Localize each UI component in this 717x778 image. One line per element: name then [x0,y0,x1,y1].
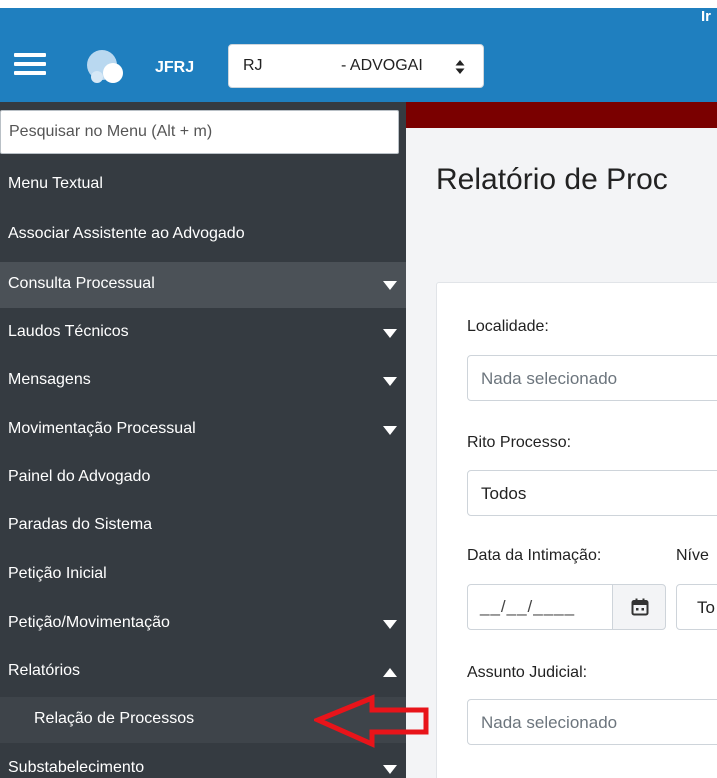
sidebar-item-laudos-tecnicos[interactable]: Laudos Técnicos [0,310,406,356]
calendar-icon [631,598,649,616]
brand-logo-icon [87,50,123,83]
caret-down-icon [383,329,397,338]
assunto-judicial-placeholder: Nada selecionado [481,713,618,732]
data-intimacao-label: Data da Intimação: [467,547,602,564]
data-intimacao-input[interactable]: __/__/____ [467,584,613,630]
assunto-judicial-select[interactable]: Nada selecionado [467,699,717,745]
org-select-part2: - ADVOGAI [341,57,423,74]
rito-processo-value: Todos [481,484,527,503]
brand-name: JFRJ [155,59,195,76]
sidebar-item-peticao-movimentacao[interactable]: Petição/Movimentação [0,601,406,647]
sidebar-item-label: Associar Assistente ao Advogado [8,225,245,242]
sidebar-item-label: Substabelecimento [8,759,145,776]
sidebar-item-painel-do-advogado[interactable]: Painel do Advogado [0,455,406,501]
nivel-label: Níve [676,547,709,564]
assunto-judicial-label: Assunto Judicial: [467,664,588,681]
caret-down-icon [383,377,397,386]
sidebar-item-label: Relação de Processos [34,710,195,727]
rito-processo-select[interactable]: Todos [467,470,717,516]
rito-processo-label: Rito Processo: [467,434,572,451]
nivel-select[interactable]: To [676,584,717,630]
menu-search-input[interactable] [0,110,399,154]
sidebar-item-label: Paradas do Sistema [8,516,153,533]
sidebar-item-label: Relatórios [8,662,81,679]
sidebar-item-associar-assistente[interactable]: Associar Assistente ao Advogado [0,212,406,258]
org-role-select[interactable]: RJ - ADVOGAI [228,44,484,88]
annotation-arrow-icon [314,694,429,748]
localidade-select[interactable]: Nada selecionado [467,355,717,401]
sidebar-item-consulta-processual[interactable]: Consulta Processual [0,262,406,308]
caret-down-icon [383,620,397,629]
header-corner-text: Ir [701,8,712,25]
localidade-placeholder: Nada selecionado [481,369,618,388]
top-strip [0,0,717,8]
sidebar-item-label: Laudos Técnicos [8,323,129,340]
hamburger-menu-icon[interactable] [14,53,46,75]
caret-down-icon [383,426,397,435]
date-mask: __/__/____ [480,597,576,616]
org-select-part1: RJ [243,57,263,74]
sidebar-item-mensagens[interactable]: Mensagens [0,358,406,404]
caret-down-icon [383,765,397,774]
caret-up-icon [383,668,397,677]
sidebar-item-label: Painel do Advogado [8,468,151,485]
calendar-button[interactable] [612,584,666,630]
sidebar-item-label: Movimentação Processual [8,420,196,437]
sidebar-item-relatorios[interactable]: Relatórios [0,649,406,695]
sidebar-item-label: Petição/Movimentação [8,614,170,631]
sidebar-item-substabelecimento[interactable]: Substabelecimento [0,746,406,778]
page-title: Relatório de Proc [436,163,668,196]
sidebar-item-label: Consulta Processual [8,275,155,292]
nivel-value: To [697,598,715,617]
sidebar-item-paradas-do-sistema[interactable]: Paradas do Sistema [0,503,406,549]
sort-arrows-icon [455,60,465,74]
sidebar-item-label: Menu Textual [8,175,103,192]
sidebar-item-movimentacao-processual[interactable]: Movimentação Processual [0,407,406,453]
sidebar-item-peticao-inicial[interactable]: Petição Inicial [0,552,406,598]
caret-down-icon [383,281,397,290]
sidebar-item-menu-textual[interactable]: Menu Textual [0,162,406,208]
sidebar-item-label: Mensagens [8,371,91,388]
accent-band [406,102,717,128]
localidade-label: Localidade: [467,318,549,335]
sidebar-item-label: Petição Inicial [8,565,107,582]
